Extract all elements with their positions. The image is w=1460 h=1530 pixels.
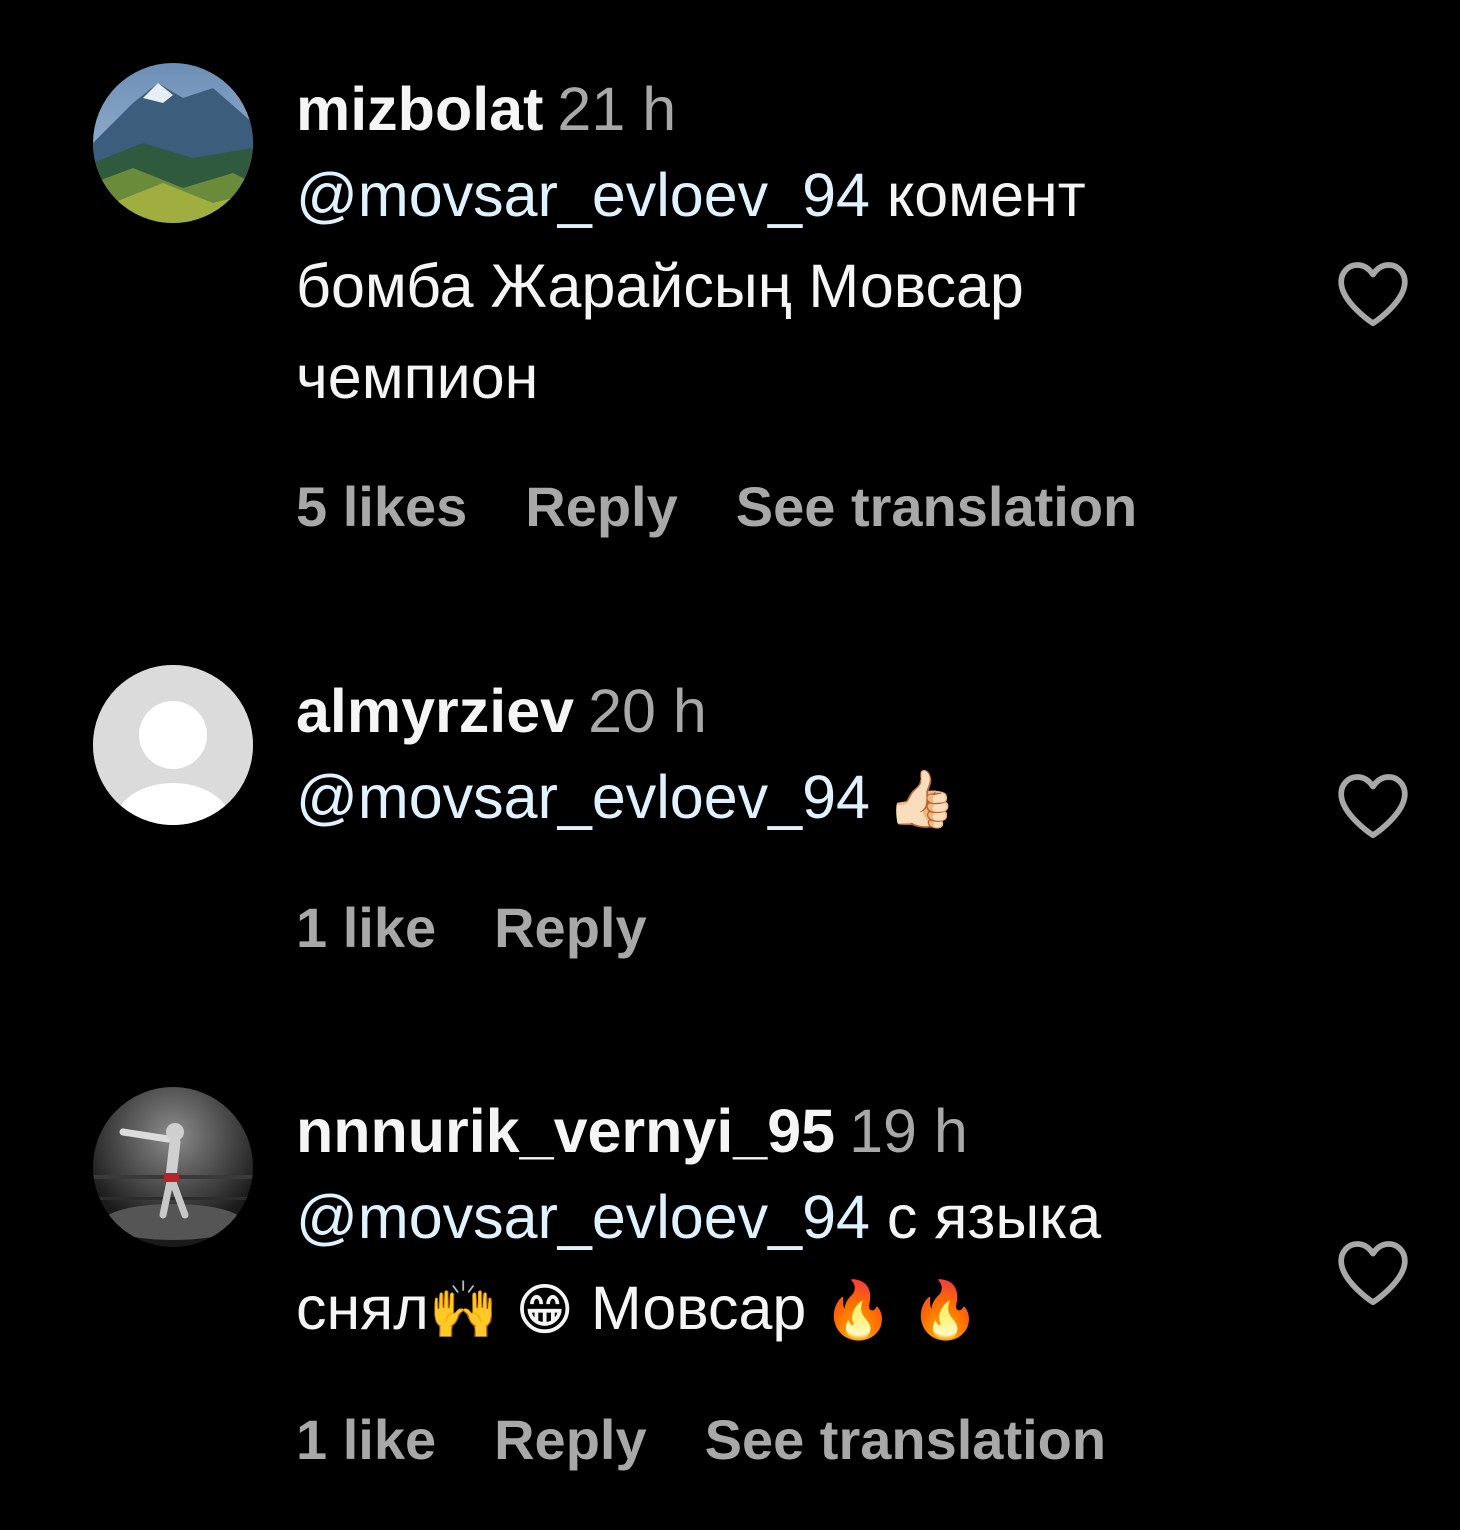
timestamp: 21 h — [557, 75, 677, 143]
comment-text-part: снял — [296, 1274, 429, 1342]
comment-text-part: комент — [869, 161, 1086, 229]
comment-text-line: чемпион — [296, 343, 539, 411]
avatar[interactable] — [93, 1087, 253, 1247]
fighter-avatar-icon — [93, 1087, 253, 1247]
comment-text: @movsar_evloev_94 комент бомба Жарайсың … — [296, 150, 1276, 423]
timestamp: 20 h — [588, 677, 707, 745]
comment-actions: 1 like Reply See translation — [296, 1405, 1164, 1475]
heart-outline-icon — [1338, 774, 1408, 839]
likes-count[interactable]: 5 likes — [296, 475, 467, 538]
mention-link[interactable]: @movsar_evloev_94 — [296, 763, 870, 831]
heart-outline-icon — [1338, 262, 1408, 327]
comment-header: almyrziev 20 h — [296, 670, 1276, 752]
fire-emoji: 🔥 — [823, 1278, 894, 1343]
comment-text-line: бомба Жарайсың Мовсар — [296, 252, 1024, 320]
comment-text-part: с языка — [869, 1183, 1102, 1251]
likes-count[interactable]: 1 like — [296, 896, 436, 959]
fire-emoji: 🔥 — [909, 1278, 980, 1343]
like-button[interactable] — [1334, 258, 1412, 328]
comment-text-part: Мовсар — [573, 1274, 824, 1342]
comment-actions: 5 likes Reply See translation — [296, 472, 1195, 542]
thumbs-up-emoji: 👍🏻 — [886, 767, 957, 832]
grinning-face-emoji: 😁 — [515, 1278, 574, 1343]
username[interactable]: mizbolat — [296, 75, 543, 143]
username[interactable]: nnnurik_vernyi_95 — [296, 1097, 835, 1165]
comment-header: nnnurik_vernyi_95 19 h — [296, 1090, 1276, 1172]
see-translation-button[interactable]: See translation — [736, 475, 1137, 538]
heart-outline-icon — [1338, 1241, 1408, 1306]
default-person-avatar-icon — [93, 665, 253, 825]
see-translation-button[interactable]: See translation — [705, 1408, 1106, 1471]
reply-button[interactable]: Reply — [525, 475, 678, 538]
reply-button[interactable]: Reply — [494, 896, 647, 959]
avatar[interactable] — [93, 63, 253, 223]
username[interactable]: almyrziev — [296, 677, 574, 745]
raising-hands-emoji: 🙌 — [428, 1278, 499, 1343]
like-button[interactable] — [1334, 770, 1412, 840]
avatar[interactable] — [93, 665, 253, 825]
comment-actions: 1 like Reply — [296, 893, 705, 963]
mention-link[interactable]: @movsar_evloev_94 — [296, 161, 870, 229]
comment-text: @movsar_evloev_94 👍🏻 — [296, 752, 1276, 845]
mountain-landscape-avatar-icon — [93, 63, 253, 223]
like-button[interactable] — [1334, 1237, 1412, 1307]
mention-link[interactable]: @movsar_evloev_94 — [296, 1183, 870, 1251]
comment-text: @movsar_evloev_94 с языка снял🙌 😁 Мовсар… — [296, 1172, 1276, 1356]
likes-count[interactable]: 1 like — [296, 1408, 436, 1471]
comment-header: mizbolat 21 h — [296, 68, 1276, 150]
reply-button[interactable]: Reply — [494, 1408, 647, 1471]
timestamp: 19 h — [849, 1097, 968, 1165]
